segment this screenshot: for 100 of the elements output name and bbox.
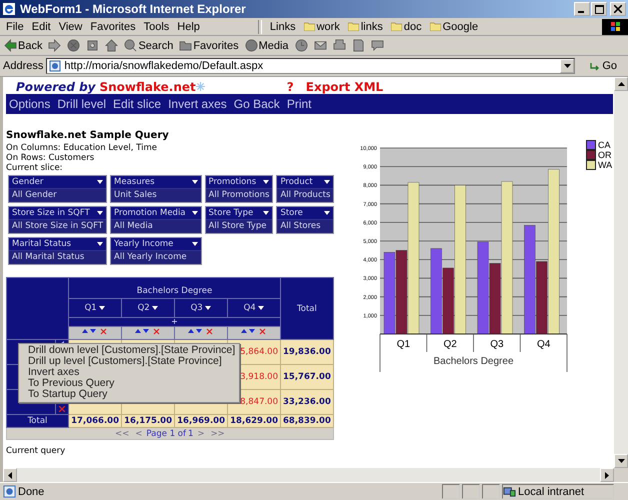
menu-item[interactable]: View	[58, 20, 82, 32]
sort-controls-icon[interactable]	[82, 328, 108, 335]
horizontal-scrollbar[interactable]	[0, 468, 614, 482]
legend-label: OR	[598, 150, 612, 160]
menu-item[interactable]: Help	[177, 20, 200, 32]
discuss-icon[interactable]	[370, 39, 385, 52]
column-total-cell: 17,066.00	[68, 414, 122, 428]
mail-icon[interactable]	[312, 39, 328, 52]
menu-item[interactable]: Tools	[144, 20, 170, 32]
history-icon[interactable]	[294, 39, 309, 52]
media-icon	[244, 39, 258, 52]
export-xml-link[interactable]: Export XML	[306, 80, 384, 94]
page-number: 1	[188, 428, 194, 438]
column-group-header: Bachelors Degree	[68, 278, 280, 298]
x-category-label: Q1	[396, 339, 410, 350]
column-total-cell: 18,629.00	[228, 414, 280, 428]
right-arrow-icon	[605, 472, 609, 478]
x-category-label: Q3	[490, 339, 504, 350]
scroll-right-button[interactable]	[600, 468, 614, 482]
caret-icon	[263, 211, 270, 215]
stop-icon[interactable]	[66, 39, 82, 52]
left-arrow-icon	[8, 472, 12, 478]
nav-link[interactable]: Edit slice	[113, 97, 162, 111]
scroll-down-button[interactable]	[614, 454, 628, 468]
query-title: Snowflake.net Sample Query	[6, 130, 170, 141]
query-info-text: On Rows: Customers	[6, 153, 96, 163]
caret-icon	[205, 306, 212, 310]
remove-icon[interactable]	[59, 406, 65, 412]
legend-label: WA	[598, 160, 612, 170]
network-icon	[503, 485, 516, 498]
toolbar-button[interactable]: Back	[3, 39, 44, 52]
toolbar-button[interactable]: Media	[244, 39, 290, 52]
last-page-link[interactable]: >>	[210, 428, 225, 438]
vertical-scrollbar[interactable]	[614, 77, 628, 468]
minimize-button[interactable]	[574, 2, 590, 16]
sort-controls-icon[interactable]	[241, 328, 267, 335]
down-arrow-icon	[618, 459, 624, 463]
address-field[interactable]: http://moria/snowflakedemo/Default.aspx	[46, 58, 576, 74]
link-item[interactable]: links	[348, 20, 383, 32]
page-indicator: Page 1 of	[146, 428, 186, 438]
forward-arrow-icon[interactable]	[47, 39, 62, 52]
slicer-dropdown[interactable]: Promotion Media All Media	[110, 206, 202, 234]
page-icon	[3, 485, 16, 498]
caret-icon	[97, 242, 104, 246]
refresh-icon[interactable]	[85, 39, 100, 52]
toolbar-button[interactable]: Search	[123, 39, 174, 52]
caret-icon	[152, 306, 158, 310]
home-icon[interactable]	[104, 39, 120, 52]
scroll-up-button[interactable]	[614, 77, 628, 91]
column-header[interactable]: Q3	[174, 298, 228, 318]
x-category-label: Q2	[443, 339, 457, 350]
slicer-dropdown[interactable]: Store Type All Store Type	[204, 206, 274, 234]
link-item[interactable]: Google	[430, 20, 478, 32]
folder-icon	[348, 22, 359, 31]
browser-logo-icon	[2, 2, 16, 16]
printer-icon[interactable]	[332, 39, 347, 52]
grand-total-cell: 68,839.00	[280, 414, 334, 428]
slicer-dropdown[interactable]: Gender All Gender	[8, 175, 108, 203]
nav-link[interactable]: Go Back	[234, 97, 280, 111]
scroll-left-button[interactable]	[3, 468, 17, 482]
slicer-dropdown[interactable]: Store All Stores	[276, 206, 334, 234]
dropdown-button[interactable]	[560, 59, 574, 73]
search-icon	[124, 39, 138, 52]
menu-item[interactable]: Edit	[32, 20, 51, 32]
page-icon	[49, 60, 62, 72]
maximize-button[interactable]	[591, 2, 607, 16]
close-button[interactable]	[610, 2, 626, 16]
go-button[interactable]: Go	[578, 60, 625, 72]
column-total-cell: 16,969.00	[174, 414, 228, 428]
link-item[interactable]: work	[304, 20, 340, 32]
slicer-dropdown[interactable]: Store Size in SQFT All Store Size in SQFT	[8, 206, 108, 234]
powered-by-text: Powered by	[16, 80, 96, 94]
brand-link[interactable]: Snowflake.net	[100, 80, 196, 94]
nav-link[interactable]: Print	[286, 97, 312, 111]
sort-controls-icon[interactable]	[135, 328, 161, 335]
caret-icon	[192, 242, 198, 246]
slicer-dropdown[interactable]: Yearly Income All Yearly Income	[110, 237, 202, 265]
column-header[interactable]: Q4	[228, 298, 280, 318]
toolbar-button[interactable]: Favorites	[178, 39, 240, 52]
column-header[interactable]: Q2	[122, 298, 174, 318]
slicer-dropdown[interactable]: Measures Unit Sales	[110, 175, 202, 203]
nav-link[interactable]: Drill level	[57, 97, 106, 111]
slicer-dropdown[interactable]: Promotions All Promotions	[204, 175, 274, 203]
help-link[interactable]: ?	[286, 80, 294, 94]
slicer-dropdown[interactable]: Product All Products	[276, 175, 334, 203]
column-total-cell: 16,175.00	[122, 414, 174, 428]
menu-item[interactable]: Favorites	[90, 20, 136, 32]
links-label: Links	[270, 20, 296, 32]
x-category-label: Q4	[536, 339, 550, 350]
caret-icon	[97, 211, 104, 215]
column-header[interactable]: Q1	[68, 298, 122, 318]
link-item[interactable]: doc	[390, 20, 422, 32]
nav-link[interactable]: Invert axes	[168, 97, 227, 111]
windows-logo-icon	[602, 18, 628, 34]
edit-icon[interactable]	[350, 39, 366, 52]
nav-link[interactable]: Options	[9, 97, 50, 111]
menu-item[interactable]: File	[6, 20, 24, 32]
query-info-text: Current slice:	[6, 163, 64, 173]
sort-controls-icon[interactable]	[188, 328, 214, 335]
slicer-dropdown[interactable]: Marital Status All Marital Status	[8, 237, 108, 265]
